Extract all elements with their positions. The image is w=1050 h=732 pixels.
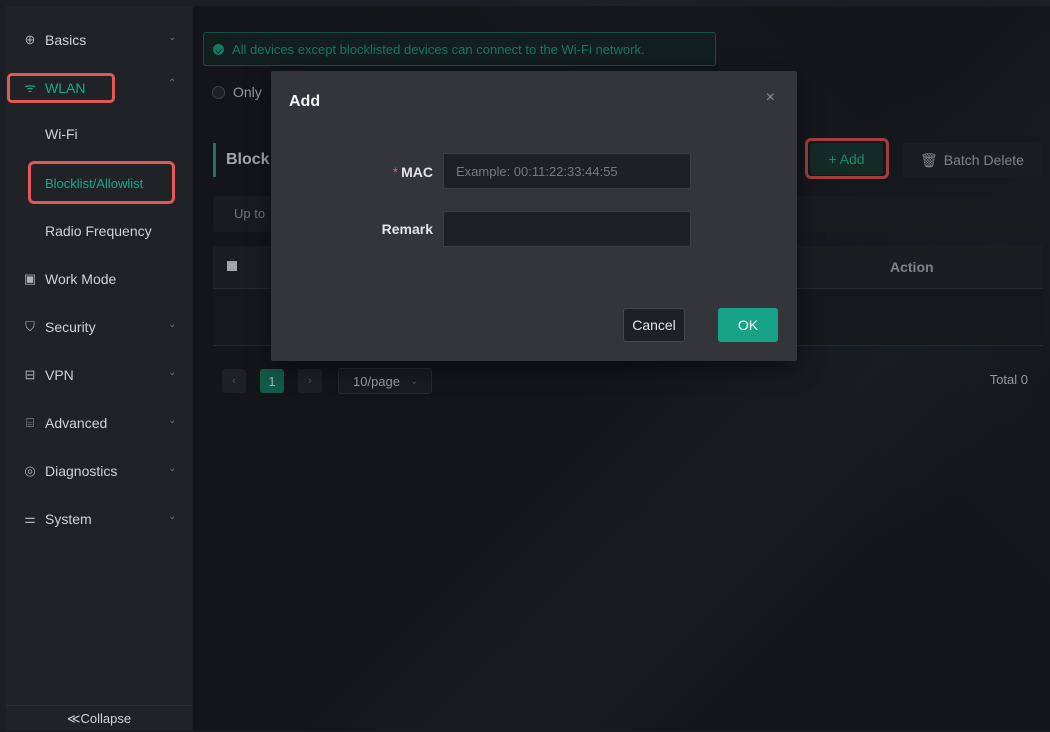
sidebar-item-work-mode[interactable]: ▣ Work Mode xyxy=(6,259,192,299)
chevron-up-icon: ⌃ xyxy=(168,78,177,89)
sidebar-item-security[interactable]: ⛉ Security ⌄ xyxy=(6,307,192,347)
sliders-icon: ⚌ xyxy=(24,511,36,526)
required-marker: * xyxy=(392,164,399,180)
sidebar-subitem-wifi[interactable]: Wi-Fi xyxy=(6,114,192,154)
chevron-down-icon: ⌄ xyxy=(168,415,177,426)
sidebar-item-label: Basics xyxy=(45,32,87,48)
chevron-down-icon: ⌄ xyxy=(168,32,177,43)
mode-icon: ▣ xyxy=(23,271,37,286)
remark-input[interactable] xyxy=(443,211,691,247)
chevron-down-icon: ⌄ xyxy=(168,319,177,330)
ok-button[interactable]: OK xyxy=(718,308,778,342)
chevron-down-icon: ⌄ xyxy=(168,511,177,522)
sidebar-subitem-label: Radio Frequency xyxy=(45,223,152,239)
collapse-button[interactable]: ≪Collapse xyxy=(6,705,192,732)
shield-icon: ⛉ xyxy=(25,319,35,334)
wlan-highlight-box xyxy=(7,73,115,103)
close-icon[interactable]: × xyxy=(766,89,775,107)
globe-icon: ⊕ xyxy=(24,32,36,47)
remark-label: Remark xyxy=(381,221,433,237)
sidebar-item-label: System xyxy=(45,511,92,527)
add-dialog: Add × *MAC Remark Cancel OK xyxy=(271,71,797,361)
sidebar-item-advanced[interactable]: ⌸ Advanced ⌄ xyxy=(6,403,192,443)
mac-label-text: MAC xyxy=(401,164,433,180)
sidebar-item-label: Diagnostics xyxy=(45,463,118,479)
sidebar-item-vpn[interactable]: ⊟ VPN ⌄ xyxy=(6,355,192,395)
sidebar-item-label: VPN xyxy=(45,367,74,383)
blocklist-highlight-box xyxy=(28,161,175,204)
briefcase-icon: ⌸ xyxy=(26,415,34,430)
chevron-down-icon: ⌄ xyxy=(168,367,177,378)
sidebar-subitem-radio-frequency[interactable]: Radio Frequency xyxy=(6,211,192,251)
sidebar-item-diagnostics[interactable]: ◎ Diagnostics ⌄ xyxy=(6,451,192,491)
sidebar-item-label: Work Mode xyxy=(45,271,117,287)
sidebar-item-system[interactable]: ⚌ System ⌄ xyxy=(6,499,192,539)
mac-input[interactable] xyxy=(443,153,691,189)
mac-label: * MAC xyxy=(313,164,433,180)
sidebar-item-label: Advanced xyxy=(45,415,108,431)
vpn-icon: ⊟ xyxy=(24,367,36,382)
diagnostics-icon: ◎ xyxy=(24,463,36,478)
sidebar-item-basics[interactable]: ⊕ Basics ⌄ xyxy=(6,20,192,60)
cancel-button[interactable]: Cancel xyxy=(623,308,685,342)
sidebar-item-label: Security xyxy=(45,319,96,335)
dialog-title: Add xyxy=(289,93,321,110)
sidebar-subitem-label: Wi-Fi xyxy=(45,126,78,142)
chevron-down-icon: ⌄ xyxy=(168,463,177,474)
